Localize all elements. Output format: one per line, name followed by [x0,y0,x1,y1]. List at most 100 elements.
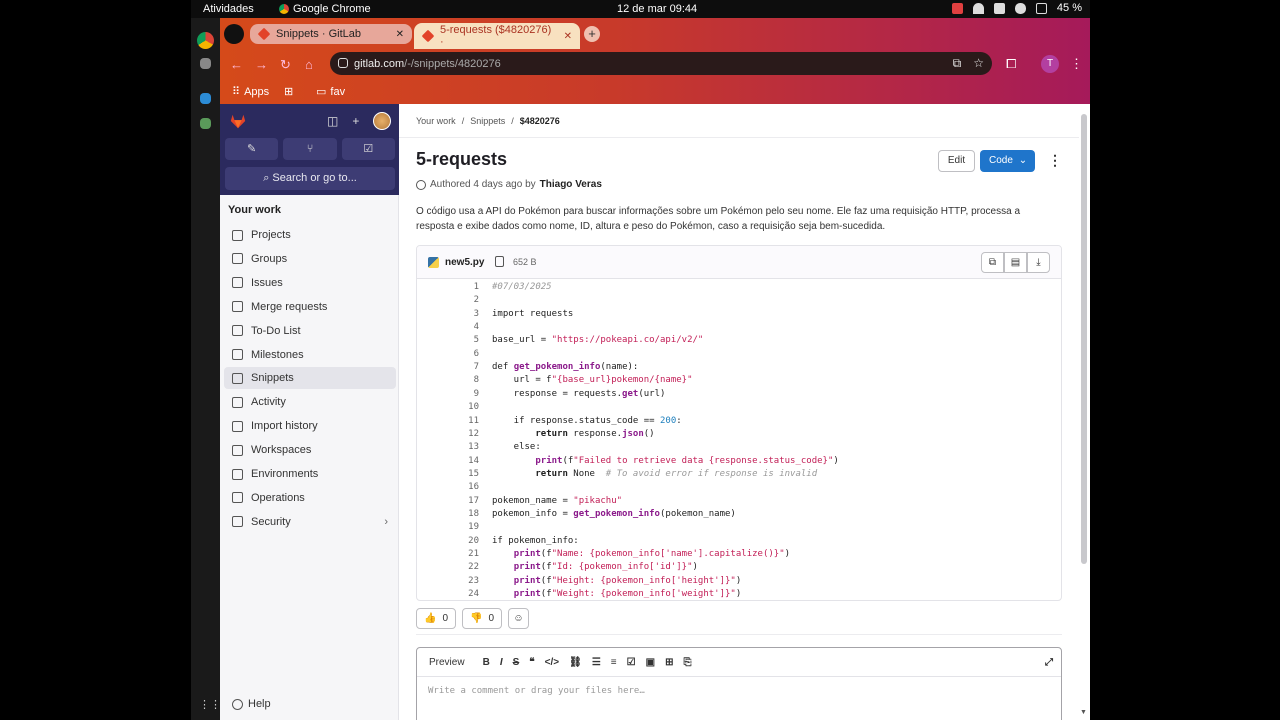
vscode-dock-icon[interactable] [200,93,211,104]
line-number[interactable]: 7 [417,362,479,372]
bookmark-grid[interactable]: ⊞ [284,85,293,98]
strikethrough-icon[interactable]: S [513,657,520,668]
tab-5-requests[interactable]: 5-requests ($4820276) · ✕ [414,23,580,49]
sidebar-item-environments[interactable]: Environments [224,463,396,485]
sidebar-item-operations[interactable]: Operations [224,487,396,509]
fullscreen-icon[interactable]: ⤢ [1045,657,1053,668]
issues-shortcut-button[interactable]: ✎ [225,138,279,160]
line-number[interactable]: 23 [417,576,479,586]
sidebar-item-security[interactable]: Security › [224,511,396,533]
sidebar-item-issues[interactable]: Issues [224,272,396,294]
line-number[interactable]: 8 [417,375,479,385]
sidebar-item-groups[interactable]: Groups [224,248,396,270]
files-dock-icon[interactable] [200,58,211,69]
sidebar-item-snippets[interactable]: Snippets [224,367,396,390]
line-number[interactable]: 11 [417,416,479,426]
sidebar-item-to-do-list[interactable]: To-Do List [224,320,396,342]
breadcrumb-snippets[interactable]: Snippets [470,116,505,126]
bookmark-fav[interactable]: ▭ fav [316,85,345,99]
sidebar-item-milestones[interactable]: Milestones [224,344,396,366]
line-number[interactable]: 19 [417,522,479,532]
download-button[interactable]: ⤓ [1027,252,1050,273]
merge-requests-shortcut-button[interactable]: ⑂ [283,138,337,160]
user-avatar[interactable] [373,112,391,130]
copy-path-icon[interactable] [495,256,504,267]
site-info-icon[interactable] [338,58,348,68]
close-tab-icon[interactable]: ✕ [396,29,404,40]
line-number[interactable]: 18 [417,509,479,519]
app-menu[interactable]: Google Chrome [279,3,371,15]
link-icon[interactable]: ⛓ [569,657,582,668]
search-button[interactable]: ⌕ Search or go to... [225,167,395,190]
thumbs-down-button[interactable]: 👎 0 [462,608,503,629]
code-dropdown-button[interactable]: Code ⌄ [980,150,1035,172]
attach-file-icon[interactable]: ⎘ [683,657,691,668]
extensions-icon[interactable]: ⧠ [1006,56,1016,72]
line-number[interactable]: 2 [417,295,479,305]
text-editor-dock-icon[interactable] [200,118,211,129]
collapse-sidebar-icon[interactable]: ◫ [327,114,338,128]
scroll-down-arrow-icon[interactable]: ▼ [1080,709,1087,716]
line-number[interactable]: 15 [417,469,479,479]
breadcrumb-your-work[interactable]: Your work [416,116,456,126]
line-number[interactable]: 10 [417,402,479,412]
help-button[interactable]: Help [232,698,271,710]
more-actions-icon[interactable]: ⋮ [1048,152,1062,169]
activities-button[interactable]: Atividades [203,3,254,15]
sidebar-item-projects[interactable]: Projects [224,224,396,246]
line-number[interactable]: 14 [417,456,479,466]
open-raw-button[interactable]: ▤ [1004,252,1027,273]
code-icon[interactable]: </> [545,657,559,668]
line-number[interactable]: 20 [417,536,479,546]
sidebar-item-workspaces[interactable]: Workspaces [224,439,396,461]
collapsible-icon[interactable]: ▣ [646,657,655,668]
line-number[interactable]: 17 [417,496,479,506]
numbered-list-icon[interactable]: ≡ [611,657,617,668]
sidebar-item-import-history[interactable]: Import history [224,415,396,437]
install-app-icon[interactable]: ⧉ [953,56,962,71]
bold-icon[interactable]: B [483,657,490,668]
line-number[interactable]: 4 [417,322,479,332]
home-icon[interactable]: ⌂ [305,57,313,72]
chrome-dock-icon[interactable] [197,32,214,49]
author-link[interactable]: Thiago Veras [540,179,602,190]
line-number[interactable]: 16 [417,482,479,492]
create-new-icon[interactable]: + [352,114,359,128]
italic-icon[interactable]: I [500,657,503,668]
line-number[interactable]: 22 [417,562,479,572]
add-reaction-button[interactable]: ☺ [508,608,530,629]
todos-shortcut-button[interactable]: ☑ [341,138,395,160]
line-number[interactable]: 21 [417,549,479,559]
bullet-list-icon[interactable]: ☰ [592,657,601,668]
copy-contents-button[interactable]: ⧉ [981,252,1004,273]
line-number[interactable]: 6 [417,349,479,359]
line-number[interactable]: 3 [417,309,479,319]
comment-textarea[interactable]: Write a comment or drag your files here… [428,686,645,696]
bookmark-star-icon[interactable]: ☆ [973,56,984,71]
line-number[interactable]: 13 [417,442,479,452]
page-scrollbar[interactable] [1081,114,1087,564]
thumbs-up-button[interactable]: 👍 0 [416,608,457,629]
sidebar-item-activity[interactable]: Activity [224,391,396,413]
profile-avatar[interactable]: T [1041,55,1059,73]
address-bar[interactable]: gitlab.com/-/snippets/4820276 ⧉ ☆ [330,52,992,75]
table-icon[interactable]: ⊞ [665,657,673,668]
bookmark-apps[interactable]: ⠿ Apps [232,85,269,99]
line-number[interactable]: 9 [417,389,479,399]
line-number[interactable]: 5 [417,335,479,345]
task-list-icon[interactable]: ☑ [627,657,636,668]
browser-menu-icon[interactable]: ⋮ [1070,56,1083,72]
forward-icon[interactable]: → [255,57,268,72]
tab-snippets[interactable]: Snippets · GitLab ✕ [250,24,412,44]
app-grid-icon[interactable]: ⋮⋮ [199,698,221,711]
breadcrumb-current[interactable]: $4820276 [520,116,560,126]
sidebar-item-merge-requests[interactable]: Merge requests [224,296,396,318]
line-number[interactable]: 1 [417,282,479,292]
preview-tab[interactable]: Preview [429,657,465,668]
clock[interactable]: 12 de mar 09:44 [617,3,697,15]
quote-icon[interactable]: ❝ [529,657,534,668]
system-tray[interactable]: 45 % [951,2,1082,14]
gitlab-logo-icon[interactable] [229,112,247,130]
back-icon[interactable]: ← [230,57,243,72]
tab-search-button[interactable] [224,24,244,44]
